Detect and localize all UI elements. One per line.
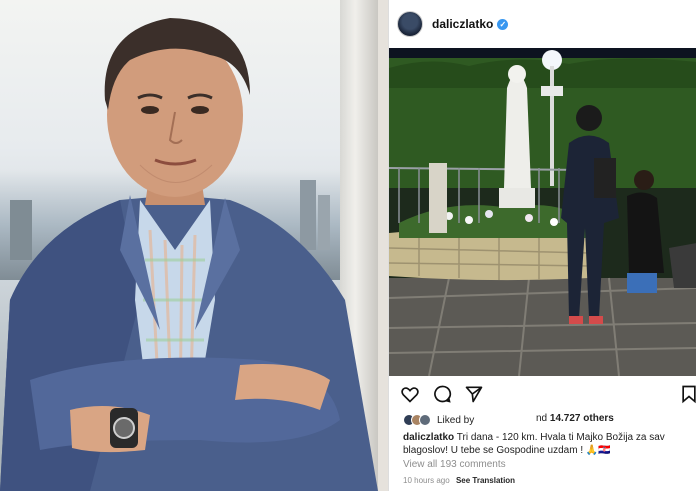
see-translation-link[interactable]: See Translation bbox=[456, 476, 515, 485]
man-in-suit-figure bbox=[0, 18, 378, 491]
liked-by-row[interactable]: Liked by bbox=[403, 413, 474, 427]
post-username[interactable]: daliczlatko bbox=[432, 17, 493, 31]
heart-icon[interactable] bbox=[400, 384, 420, 404]
liker-avatar bbox=[419, 414, 431, 426]
post-meta: 10 hours ago See Translation bbox=[403, 476, 515, 485]
post-header: daliczlatko ✓ bbox=[389, 0, 696, 48]
caption-username[interactable]: daliczlatko bbox=[403, 432, 454, 443]
verified-badge-icon: ✓ bbox=[497, 18, 509, 30]
post-caption: daliczlatko Tri dana - 120 km. Hvala ti … bbox=[403, 431, 693, 457]
post-photo[interactable] bbox=[389, 48, 696, 376]
post-timestamp: 10 hours ago bbox=[403, 476, 450, 485]
liked-by-label: Liked by bbox=[437, 414, 475, 426]
share-icon[interactable] bbox=[464, 384, 484, 404]
comment-icon[interactable] bbox=[432, 384, 452, 404]
shrine-night-scene bbox=[389, 48, 696, 376]
liked-and-text: nd bbox=[536, 413, 548, 424]
image-divider bbox=[378, 0, 388, 491]
likes-others: 14.727 others bbox=[549, 413, 614, 424]
post-action-bar bbox=[389, 380, 696, 408]
likes-count[interactable]: nd 14.727 others bbox=[536, 413, 614, 424]
bookmark-icon[interactable] bbox=[679, 384, 696, 404]
profile-avatar[interactable] bbox=[397, 11, 423, 37]
instagram-post: daliczlatko ✓ Liked by nd 14.727 others … bbox=[388, 0, 696, 491]
view-comments-link[interactable]: View all 193 comments bbox=[403, 459, 506, 470]
portrait-photo bbox=[0, 0, 378, 491]
